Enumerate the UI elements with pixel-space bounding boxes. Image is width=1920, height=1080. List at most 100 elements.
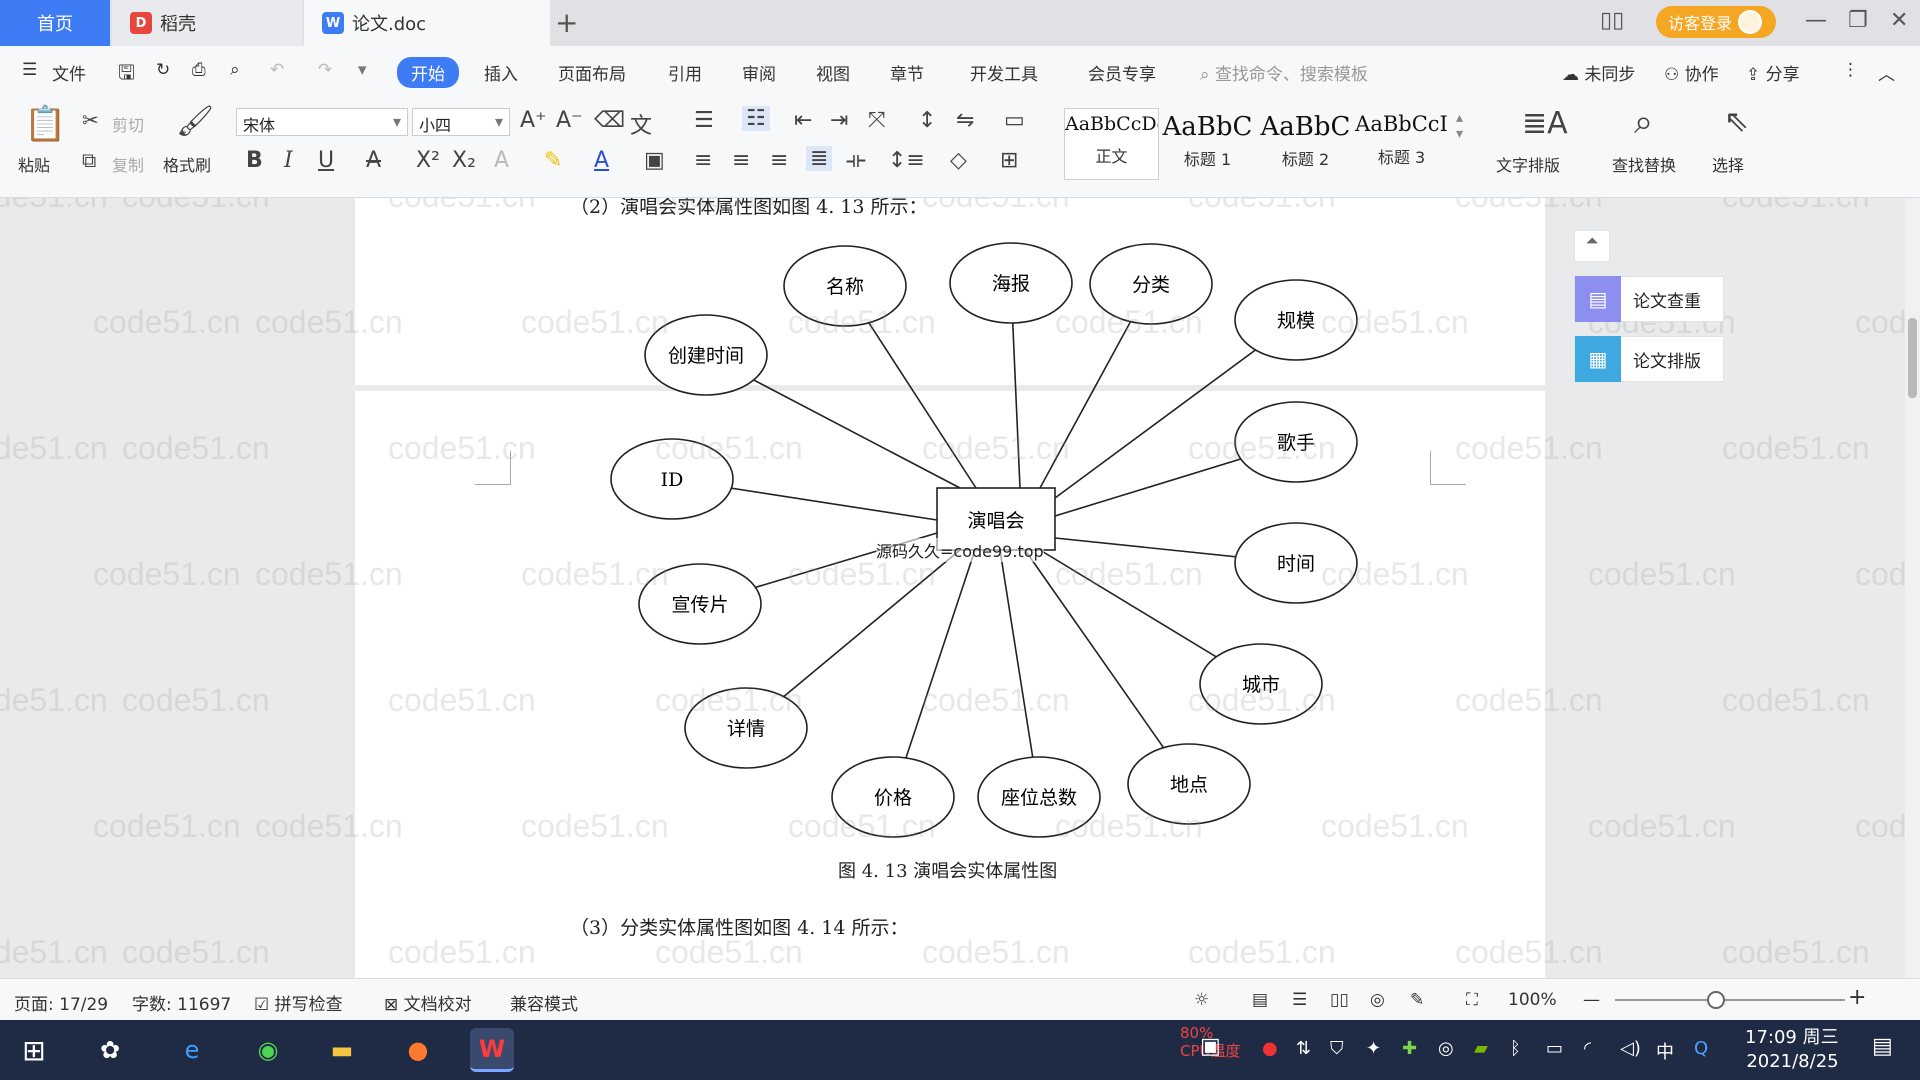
reading-view-icon[interactable]: ▯▯ xyxy=(1330,990,1349,1010)
zoom-slider-knob[interactable] xyxy=(1707,991,1725,1009)
spell-check-button[interactable]: ☑ 拼写检查 xyxy=(254,990,343,1015)
thesis-layout-button[interactable]: ▦ 论文排版 xyxy=(1574,336,1724,382)
numbering-icon[interactable]: ☷ xyxy=(742,106,770,131)
redo-icon[interactable]: ↷ xyxy=(318,60,332,80)
zoom-level[interactable]: 100% xyxy=(1508,990,1557,1010)
zoom-in-icon[interactable]: + xyxy=(1848,985,1866,1010)
paste-button[interactable]: 粘贴 xyxy=(18,152,50,176)
system-clock[interactable]: 17:09 周三 2021/8/25 xyxy=(1745,1026,1839,1074)
decrease-indent-icon[interactable]: ⇤ xyxy=(794,108,812,133)
menu-file[interactable]: 文件 xyxy=(52,60,86,85)
wps-writer-icon[interactable]: W xyxy=(470,1028,514,1072)
italic-icon[interactable]: I xyxy=(284,148,293,173)
plus-app-icon[interactable]: ✚ xyxy=(1402,1038,1417,1059)
ie-browser-icon[interactable]: e xyxy=(170,1028,214,1072)
browser-360-icon[interactable]: ◉ xyxy=(246,1028,290,1072)
bold-icon[interactable]: B xyxy=(246,148,263,173)
find-replace-button[interactable]: 查找替换 xyxy=(1612,152,1676,176)
copy-button[interactable]: 复制 xyxy=(112,152,144,176)
tab-daoke[interactable]: D 稻壳 xyxy=(112,0,302,46)
battery-icon[interactable]: ▭ xyxy=(1546,1038,1563,1059)
paste-icon[interactable]: 📋 xyxy=(24,104,66,144)
style-normal[interactable]: AaBbCcDd 正文 xyxy=(1064,108,1159,180)
strikethrough-icon[interactable]: A xyxy=(366,148,381,173)
chinese-layout-icon[interactable]: ⤧ xyxy=(868,108,886,133)
menu-review[interactable]: 审阅 xyxy=(742,60,776,85)
layout-icon[interactable]: ▯▯ xyxy=(1600,8,1624,33)
collab-button[interactable]: ⚇ 协作 xyxy=(1664,60,1719,85)
zoom-out-icon[interactable]: — xyxy=(1583,990,1600,1010)
outline-view-icon[interactable]: ☰ xyxy=(1292,990,1307,1010)
select-button[interactable]: 选择 xyxy=(1712,152,1744,176)
cut-button[interactable]: 剪切 xyxy=(112,112,144,136)
guest-login-button[interactable]: 访客登录 xyxy=(1656,6,1776,38)
close-icon[interactable]: ✕ xyxy=(1890,8,1908,33)
align-center-icon[interactable]: ≡ xyxy=(732,148,750,173)
proofread-button[interactable]: ⊠ 文档校对 xyxy=(384,990,472,1015)
input-method-icon[interactable]: Q xyxy=(1694,1038,1708,1059)
justify-icon[interactable]: ≣ xyxy=(806,146,833,171)
menu-references[interactable]: 引用 xyxy=(668,60,702,85)
vertical-scrollbar[interactable] xyxy=(1905,198,1920,978)
volume-icon[interactable]: ◁) xyxy=(1620,1038,1641,1059)
menu-start[interactable]: 开始 xyxy=(397,57,459,88)
find-replace-icon[interactable]: ⌕ xyxy=(1634,102,1653,142)
align-right-icon[interactable]: ≡ xyxy=(770,148,788,173)
cut-icon[interactable]: ✂ xyxy=(82,108,99,132)
subscript-icon[interactable]: X₂ xyxy=(452,148,476,173)
font-name-select[interactable]: 宋体 ▾ xyxy=(236,108,408,136)
styles-scroll-icon[interactable]: ▴ ▾ xyxy=(1456,110,1463,142)
eye-protect-icon[interactable]: ☼ xyxy=(1194,990,1209,1010)
style-heading-2[interactable]: AaBbC 标题 2 xyxy=(1258,108,1353,180)
qq-icon[interactable]: ✦ xyxy=(1366,1038,1381,1059)
tab-home[interactable]: 首页 xyxy=(0,0,110,46)
shield-icon[interactable]: ⛉ xyxy=(1330,1038,1344,1059)
bullets-icon[interactable]: ☰ xyxy=(694,108,714,133)
phonetic-icon[interactable]: 文 xyxy=(630,108,652,140)
web-view-icon[interactable]: ◎ xyxy=(1370,990,1385,1010)
ninja-app-icon[interactable]: ● xyxy=(396,1028,440,1072)
text-layout-icon[interactable]: ≣A xyxy=(1522,106,1568,141)
shading-icon[interactable]: ◇ xyxy=(950,148,967,173)
menu-chapter[interactable]: 章节 xyxy=(890,60,924,85)
borders-icon[interactable]: ⊞ xyxy=(1000,148,1018,173)
pinwheel-app-icon[interactable]: ✿ xyxy=(88,1028,132,1072)
sync-status[interactable]: ☁ 未同步 xyxy=(1562,60,1635,85)
style-heading-1[interactable]: AaBbC 标题 1 xyxy=(1160,108,1255,180)
new-tab-button[interactable]: + xyxy=(555,6,578,39)
line-spacing-icon[interactable]: ↕≡ xyxy=(888,148,925,173)
increase-indent-icon[interactable]: ⇥ xyxy=(830,108,848,133)
thesis-check-button[interactable]: ▤ 论文查重 xyxy=(1574,276,1724,322)
nvidia-icon[interactable]: ▰ xyxy=(1474,1038,1488,1059)
file-explorer-icon[interactable]: ▬ xyxy=(320,1028,364,1072)
antivirus-icon[interactable]: ● xyxy=(1262,1038,1278,1059)
undo-icon[interactable]: ↶ xyxy=(270,60,284,80)
bluetooth-icon[interactable]: ᛒ xyxy=(1510,1038,1521,1059)
monitor-icon[interactable]: ▣ xyxy=(1200,1034,1221,1059)
collapse-panel-icon[interactable]: ⏶ xyxy=(1574,230,1610,262)
notification-icon[interactable]: ▤ xyxy=(1872,1034,1893,1059)
distributed-icon[interactable]: ⟛ xyxy=(846,148,866,173)
menu-insert[interactable]: 插入 xyxy=(484,60,518,85)
copy-icon[interactable]: ⧉ xyxy=(82,148,96,172)
tab-document[interactable]: W 论文.doc xyxy=(304,0,550,46)
menu-view[interactable]: 视图 xyxy=(816,60,850,85)
word-count[interactable]: 字数: 11697 xyxy=(132,990,231,1015)
save-icon[interactable]: 🖫 xyxy=(118,58,135,92)
hamburger-icon[interactable]: ☰ xyxy=(22,60,37,80)
menu-member[interactable]: 会员专享 xyxy=(1088,60,1156,85)
minimize-icon[interactable]: — xyxy=(1805,8,1827,33)
restore-icon[interactable]: ❐ xyxy=(1848,8,1868,33)
text-effect-icon[interactable]: A xyxy=(494,148,509,173)
document-area[interactable]: （2）演唱会实体属性图如图 4. 13 所示： 演唱会 名称 海报 分类 规模 创建时间… xyxy=(0,198,1905,978)
scrollbar-thumb[interactable] xyxy=(1908,318,1917,398)
print-icon[interactable]: ⎙ xyxy=(192,60,206,80)
style-heading-3[interactable]: AaBbCcI 标题 3 xyxy=(1354,108,1449,180)
char-border-icon[interactable]: ▣ xyxy=(644,148,665,173)
write-mode-icon[interactable]: ✎ xyxy=(1410,990,1424,1010)
clear-format-icon[interactable]: ⌫ xyxy=(594,108,625,133)
share-button[interactable]: ⇪ 分享 xyxy=(1746,60,1800,85)
shrink-font-icon[interactable]: A⁻ xyxy=(556,108,583,133)
text-layout-button[interactable]: 文字排版 xyxy=(1496,152,1560,176)
ime-indicator[interactable]: 中 xyxy=(1656,1038,1674,1064)
